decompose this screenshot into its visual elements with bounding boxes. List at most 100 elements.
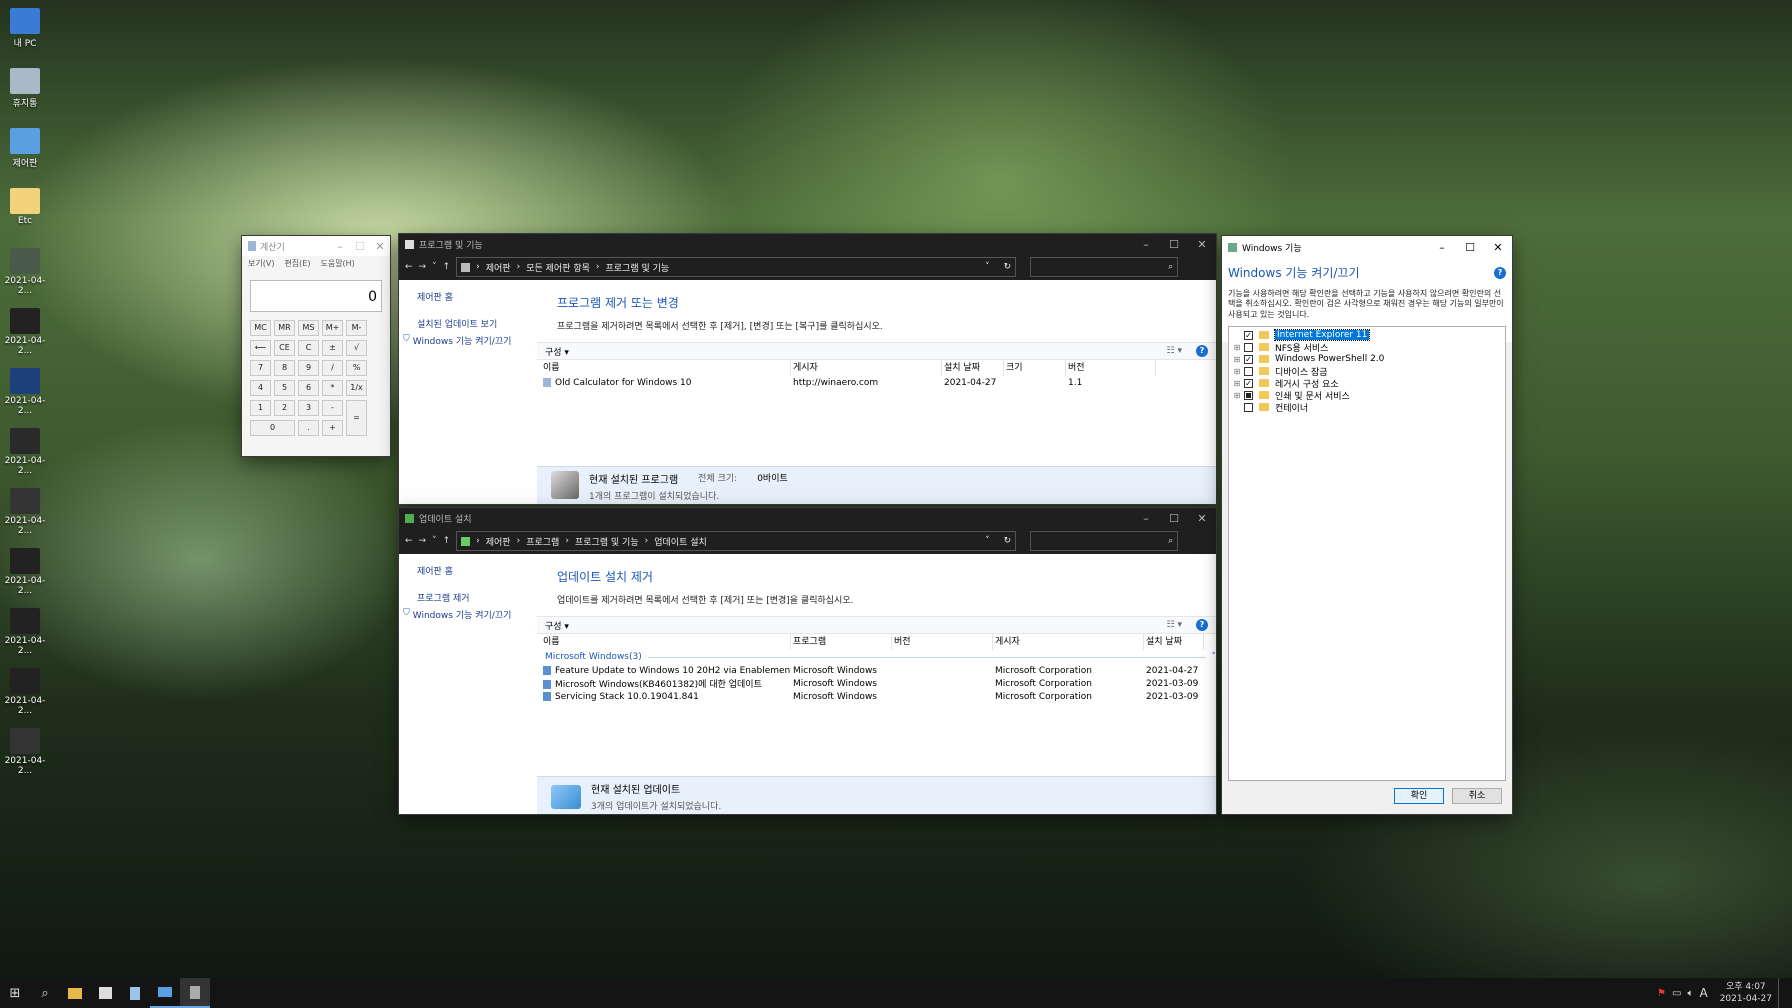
programs-window[interactable]: 프로그램 및 기능 – ☐ ✕ ← → ˅ ↑ › 제어판 › 모든 제어판 항목 › 프로그… — [399, 234, 1216, 504]
features-titlebar[interactable]: Windows 기능 – ☐ ✕ — [1222, 236, 1512, 258]
ime-indicator[interactable]: A — [1699, 986, 1707, 1000]
close-icon[interactable]: ✕ — [1188, 512, 1216, 525]
desktop-icon[interactable]: 2021-04-2... — [0, 488, 50, 536]
calc-key[interactable]: 9 — [298, 360, 319, 376]
calc-key[interactable]: 5 — [274, 380, 295, 396]
recent-chevron-icon[interactable]: ˅ — [432, 536, 437, 546]
up-arrow-icon[interactable]: ↑ — [443, 536, 451, 546]
feature-item[interactable]: ⊞ NFS용 서비스 — [1233, 341, 1501, 354]
forward-arrow-icon[interactable]: → — [419, 536, 427, 546]
desktop-icon[interactable]: 내 PC — [0, 8, 50, 49]
calc-key[interactable]: C — [298, 340, 319, 356]
volume-icon[interactable]: 🔈︎ — [1687, 988, 1693, 999]
sidebar-link-view-updates[interactable]: 설치된 업데이트 보기 — [417, 317, 519, 330]
calc-key[interactable]: MC — [250, 320, 271, 336]
calc-key[interactable]: ⟵ — [250, 340, 271, 356]
col-install-date[interactable]: 설치 날짜 — [1144, 634, 1204, 650]
close-icon[interactable]: ✕ — [1188, 238, 1216, 251]
feature-checkbox[interactable] — [1244, 390, 1253, 400]
expand-plus-icon[interactable]: ⊞ — [1233, 343, 1241, 352]
feature-checkbox[interactable] — [1244, 366, 1253, 376]
calc-key[interactable]: 8 — [274, 360, 295, 376]
show-desktop-button[interactable] — [1778, 978, 1782, 1008]
calc-key[interactable]: 1/x — [346, 380, 367, 396]
organize-button[interactable]: 구성 ▾ — [545, 345, 569, 358]
help-icon[interactable]: ? — [1196, 619, 1208, 631]
col-name[interactable]: 이름 — [541, 360, 791, 376]
calc-key[interactable]: CE — [274, 340, 295, 356]
col-program[interactable]: 프로그램 — [791, 634, 892, 650]
windows-features-window[interactable]: Windows 기능 – ☐ ✕ Windows 기능 켜기/끄기 ? 기능을 사용… — [1222, 236, 1512, 814]
calc-menu-item[interactable]: 도움말(H) — [320, 258, 354, 269]
calc-key[interactable]: 1 — [250, 400, 271, 416]
security-alert-icon[interactable]: ⚑ — [1657, 988, 1666, 999]
sidebar-link-control-panel-home[interactable]: 제어판 홈 — [417, 290, 519, 303]
feature-item[interactable]: ⊞ ✓ Windows PowerShell 2.0 — [1233, 353, 1501, 365]
expand-plus-icon[interactable]: ⊞ — [1233, 391, 1241, 400]
calc-key[interactable]: √ — [346, 340, 367, 356]
col-publisher[interactable]: 게시자 — [791, 360, 942, 376]
feature-checkbox[interactable]: ✓ — [1244, 378, 1253, 388]
calc-menu-item[interactable]: 보기(V) — [248, 258, 274, 269]
feature-checkbox[interactable]: ✓ — [1244, 354, 1253, 364]
feature-checkbox[interactable] — [1244, 342, 1253, 352]
programs-address-bar[interactable]: › 제어판 › 모든 제어판 항목 › 프로그램 및 기능 ˅ ↻ — [456, 257, 1017, 277]
calc-key[interactable]: 4 — [250, 380, 271, 396]
view-options-icon[interactable]: ☷ ▾ — [1167, 620, 1182, 630]
sidebar-link-uninstall-program[interactable]: 프로그램 제거 — [417, 591, 519, 604]
view-options-icon[interactable]: ☷ ▾ — [1167, 346, 1182, 356]
sidebar-link-windows-features[interactable]: ⛉ Windows 기능 켜기/끄기 — [403, 334, 519, 347]
ok-button[interactable]: 확인 — [1394, 788, 1444, 804]
cancel-button[interactable]: 취소 — [1452, 788, 1502, 804]
breadcrumb-item[interactable]: 제어판 — [486, 535, 511, 548]
maximize-icon[interactable]: ☐ — [1456, 241, 1484, 254]
calc-key[interactable]: 2 — [274, 400, 295, 416]
breadcrumb-item[interactable]: 프로그램 — [526, 535, 559, 548]
taskbar-control-panel-button[interactable] — [150, 978, 180, 1008]
collapse-chevron-icon[interactable]: ˄ — [1212, 652, 1217, 662]
feature-checkbox[interactable]: ✓ — [1244, 330, 1253, 340]
desktop-icon[interactable]: 2021-04-2... — [0, 548, 50, 596]
calc-key[interactable]: ± — [322, 340, 343, 356]
sidebar-link-control-panel-home[interactable]: 제어판 홈 — [417, 564, 519, 577]
expand-plus-icon[interactable]: ⊞ — [1233, 367, 1241, 376]
calc-key[interactable]: % — [346, 360, 367, 376]
calc-key[interactable]: + — [322, 420, 343, 436]
desktop-icon[interactable]: 2021-04-2... — [0, 428, 50, 476]
feature-item[interactable]: ⊞ 디바이스 잠금 — [1233, 365, 1501, 378]
calc-key[interactable]: M+ — [322, 320, 343, 336]
updates-window[interactable]: 업데이트 설치 – ☐ ✕ ← → ˅ ↑ › 제어판 › 프로그램 › 프로그램 및 기능 ›… — [399, 508, 1216, 814]
address-dropdown-icon[interactable]: ˅ — [985, 536, 990, 546]
taskbar-notepad-button[interactable] — [120, 978, 150, 1008]
expand-plus-icon[interactable]: ⊞ — [1233, 355, 1241, 364]
network-icon[interactable]: ▭ — [1672, 988, 1681, 999]
calc-key[interactable]: - — [322, 400, 343, 416]
desktop-icon[interactable]: 2021-04-2... — [0, 308, 50, 356]
programs-titlebar[interactable]: 프로그램 및 기능 – ☐ ✕ — [399, 234, 1216, 254]
calc-key[interactable]: MS — [298, 320, 319, 336]
organize-button[interactable]: 구성 ▾ — [545, 619, 569, 632]
desktop-icon[interactable]: 2021-04-2... — [0, 368, 50, 416]
desktop-icon[interactable]: 2021-04-2... — [0, 248, 50, 296]
calc-key[interactable]: * — [322, 380, 343, 396]
feature-item[interactable]: ⊞ 인쇄 및 문서 서비스 — [1233, 389, 1501, 402]
table-row[interactable]: Servicing Stack 10.0.19041.841 Microsoft … — [537, 690, 1216, 703]
minimize-icon[interactable]: – — [1132, 512, 1160, 525]
help-icon[interactable]: ? — [1196, 345, 1208, 357]
feature-item[interactable]: ✓ Internet Explorer 11 — [1233, 329, 1501, 341]
search-input[interactable]: ⌕ — [1030, 257, 1179, 277]
col-name[interactable]: 이름 — [541, 634, 791, 650]
group-header[interactable]: Microsoft Windows(3) ˄ — [537, 650, 1216, 664]
calc-key[interactable]: = — [346, 400, 367, 436]
clock[interactable]: 오후 4:07 2021-04-27 — [1720, 981, 1772, 1005]
table-row[interactable]: Microsoft Windows(KB4601382)에 대한 업데이트 Mic… — [537, 677, 1216, 690]
maximize-icon[interactable]: ☐ — [350, 240, 370, 253]
col-version[interactable]: 버전 — [1066, 360, 1156, 376]
address-dropdown-icon[interactable]: ˅ — [985, 262, 990, 272]
sidebar-link-windows-features[interactable]: ⛉ Windows 기능 켜기/끄기 — [403, 608, 519, 621]
desktop-icon[interactable]: 2021-04-2... — [0, 728, 50, 776]
breadcrumb-item[interactable]: 프로그램 및 기능 — [606, 261, 670, 274]
calc-key[interactable]: 3 — [298, 400, 319, 416]
up-arrow-icon[interactable]: ↑ — [443, 262, 451, 272]
search-button[interactable]: ⌕ — [30, 978, 60, 1008]
